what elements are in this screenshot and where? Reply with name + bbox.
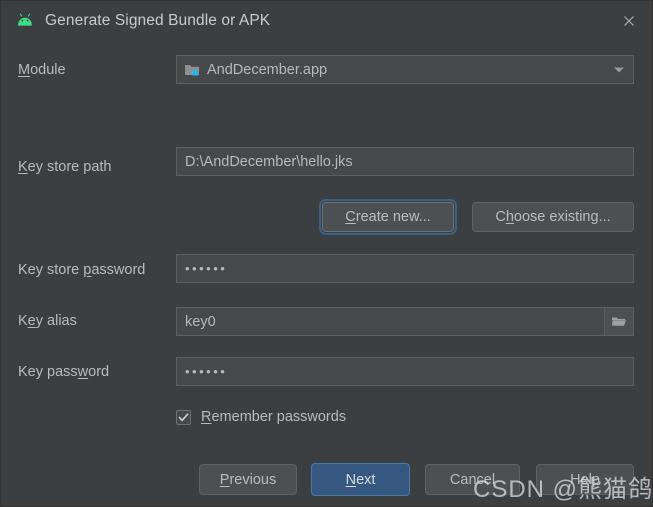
key-store-password-input[interactable]: •••••• xyxy=(176,254,634,283)
dialog-title-bar: Generate Signed Bundle or APK xyxy=(1,1,652,41)
remember-passwords-checkbox-row[interactable]: Remember passwords xyxy=(176,409,346,425)
close-icon[interactable] xyxy=(616,8,642,34)
key-alias-value: key0 xyxy=(185,313,216,330)
help-button[interactable]: Help xyxy=(536,464,634,495)
title-separator xyxy=(1,41,652,42)
folder-open-icon[interactable] xyxy=(604,308,633,335)
key-store-password-value: •••••• xyxy=(185,262,228,275)
module-combobox[interactable]: AndDecember.app xyxy=(176,55,634,84)
remember-passwords-label: Remember passwords xyxy=(201,409,347,425)
checkmark-icon xyxy=(178,412,189,421)
key-store-path-input[interactable]: D:\AndDecember\hello.jks xyxy=(176,147,634,176)
android-icon xyxy=(18,13,32,26)
create-new-button[interactable]: Create new... xyxy=(319,199,457,235)
choose-existing-button[interactable]: Choose existing... xyxy=(472,202,634,232)
chevron-down-icon[interactable] xyxy=(614,67,624,72)
key-store-password-label: Key store password xyxy=(18,262,146,278)
generate-signed-bundle-dialog: Generate Signed Bundle or APK Module And… xyxy=(0,0,653,507)
previous-button[interactable]: Previous xyxy=(199,464,297,495)
remember-passwords-checkbox[interactable] xyxy=(176,409,191,425)
key-store-path-value: D:\AndDecember\hello.jks xyxy=(185,153,353,170)
key-store-path-label: Key store path xyxy=(18,159,112,175)
next-button[interactable]: Next xyxy=(311,463,410,496)
key-password-label: Key password xyxy=(18,364,110,380)
module-folder-icon xyxy=(185,64,199,75)
module-label: Module xyxy=(18,62,66,78)
key-alias-label: Key alias xyxy=(18,313,77,329)
key-alias-input[interactable]: key0 xyxy=(176,307,634,336)
module-value: AndDecember.app xyxy=(207,61,328,78)
key-password-input[interactable]: •••••• xyxy=(176,357,634,386)
key-password-value: •••••• xyxy=(185,365,228,378)
cancel-button[interactable]: Cancel xyxy=(425,464,520,495)
dialog-title: Generate Signed Bundle or APK xyxy=(45,12,271,29)
